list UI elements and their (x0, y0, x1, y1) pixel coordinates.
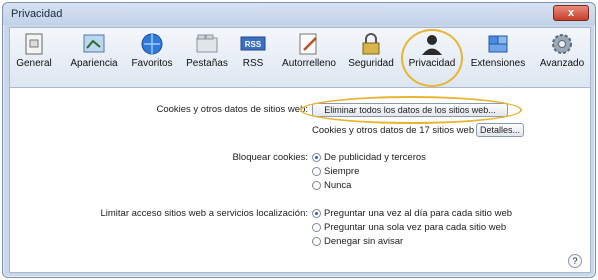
block-cookies-radio-advertising[interactable] (312, 153, 321, 162)
tab-appearance-label: Apariencia (70, 58, 118, 69)
tab-appearance[interactable]: Apariencia (66, 32, 122, 84)
cookies-label: Cookies y otros datos de sitios web: (156, 104, 308, 115)
location-option-once-only[interactable]: Preguntar una sola vez para cada sitio w… (324, 222, 506, 233)
title-bar: Privacidad x (3, 3, 595, 25)
privacy-tab-highlight (401, 29, 463, 87)
tab-autofill-label: Autorrelleno (282, 58, 336, 69)
tab-rss-label: RSS (242, 58, 264, 69)
tab-advanced[interactable]: Avanzado (536, 32, 588, 84)
tab-security-label: Seguridad (348, 58, 394, 69)
tabs-icon (194, 32, 220, 56)
tab-security[interactable]: Seguridad (346, 32, 396, 84)
help-button[interactable]: ? (568, 254, 582, 268)
tab-autofill[interactable]: Autorrelleno (278, 32, 340, 84)
block-cookies-radio-never[interactable] (312, 181, 321, 190)
block-cookies-option-advertising[interactable]: De publicidad y terceros (324, 152, 426, 163)
privacy-panel: Cookies y otros datos de sitios web: Eli… (9, 87, 591, 273)
tab-general[interactable]: General (14, 32, 54, 84)
cookies-sites-info: Cookies y otros datos de 17 sitios web (312, 125, 475, 136)
location-radio-deny[interactable] (312, 237, 321, 246)
location-option-once-per-day[interactable]: Preguntar una vez al día para cada sitio… (324, 208, 512, 219)
appearance-icon (81, 32, 107, 56)
tab-rss[interactable]: RSS RSS (238, 32, 268, 84)
tab-tabs-label: Pestañas (186, 58, 228, 69)
tab-favorites-label: Favoritos (131, 58, 173, 69)
tab-extensions-label: Extensiones (470, 58, 526, 69)
block-cookies-option-always[interactable]: Siempre (324, 166, 359, 177)
block-cookies-radio-always[interactable] (312, 167, 321, 176)
block-cookies-option-never[interactable]: Nunca (324, 180, 351, 191)
tab-extensions[interactable]: Extensiones (470, 32, 526, 84)
tab-favorites[interactable]: Favoritos (128, 32, 176, 84)
rss-icon: RSS (240, 32, 266, 56)
preferences-window: Privacidad x General Apariencia Favorito… (2, 2, 596, 278)
tab-general-label: General (16, 58, 52, 69)
remove-button-highlight (300, 96, 522, 124)
tab-advanced-label: Avanzado (539, 58, 585, 69)
window-title: Privacidad (11, 8, 63, 20)
location-radio-once-per-day[interactable] (312, 209, 321, 218)
general-icon (21, 32, 47, 56)
globe-icon (139, 32, 165, 56)
puzzle-icon (485, 32, 511, 56)
pencil-icon (296, 32, 322, 56)
location-access-label: Limitar acceso sitios web a servicios lo… (100, 208, 309, 219)
lock-icon (358, 32, 384, 56)
preferences-toolbar: General Apariencia Favoritos Pestañas RS… (9, 27, 591, 87)
location-option-deny[interactable]: Denegar sin avisar (324, 236, 403, 247)
close-button[interactable]: x (553, 5, 589, 21)
location-radio-once-only[interactable] (312, 223, 321, 232)
block-cookies-label: Bloquear cookies: (232, 152, 308, 163)
rss-icon-text: RSS (245, 40, 262, 49)
details-button[interactable]: Detalles... (476, 123, 524, 137)
gear-icon (549, 32, 575, 56)
tab-tabs[interactable]: Pestañas (184, 32, 230, 84)
